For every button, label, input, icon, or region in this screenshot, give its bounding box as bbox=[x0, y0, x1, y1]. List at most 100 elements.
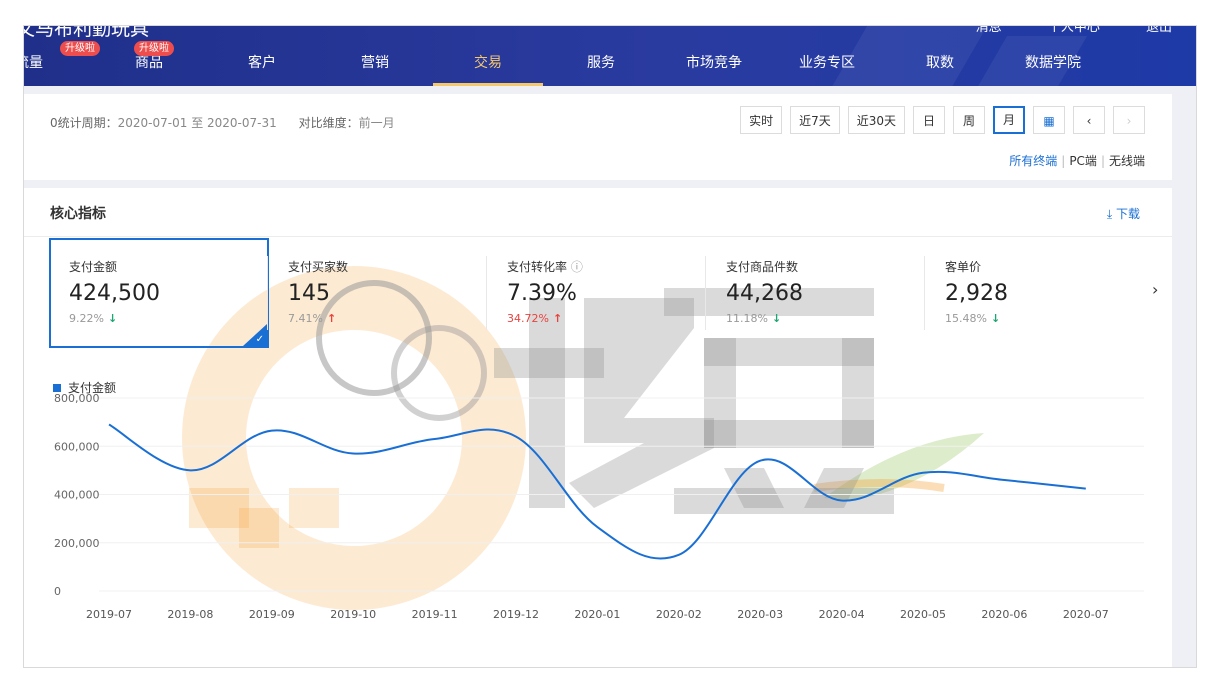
x-tick-label: 2019-09 bbox=[249, 608, 295, 621]
x-tick-label: 2019-07 bbox=[86, 608, 132, 621]
y-tick-label: 600,000 bbox=[54, 440, 100, 453]
profile-link[interactable]: 个人中心 bbox=[1048, 26, 1100, 35]
x-tick-label: 2020-03 bbox=[737, 608, 783, 621]
realtime-button[interactable]: 实时 bbox=[740, 106, 783, 134]
metric-card-2[interactable]: 支付转化率 ⓘ 7.39% 34.72% ↑ bbox=[487, 238, 707, 348]
metric-label: 客单价 bbox=[945, 258, 1145, 275]
metric-divider bbox=[267, 256, 268, 330]
data-point[interactable] bbox=[1000, 476, 1008, 484]
metric-value: 7.39% bbox=[507, 281, 577, 306]
data-point[interactable] bbox=[268, 427, 276, 435]
metric-delta: 9.22% ↓ bbox=[69, 312, 267, 325]
x-tick-label: 2020-07 bbox=[1063, 608, 1109, 621]
data-point[interactable] bbox=[675, 551, 683, 559]
x-tick-label: 2020-05 bbox=[900, 608, 946, 621]
check-icon: ✓ bbox=[255, 334, 264, 345]
metric-label: 支付买家数 bbox=[288, 258, 488, 275]
data-point[interactable] bbox=[1082, 485, 1090, 493]
nav-label: 市场竞争 bbox=[686, 55, 742, 71]
metric-label-text: 客单价 bbox=[945, 260, 982, 274]
terminal-mobile[interactable]: 无线端 bbox=[1109, 154, 1145, 168]
metric-delta: 34.72% ↑ bbox=[507, 312, 707, 325]
nav-label: 交易 bbox=[474, 55, 502, 71]
last-7-days-button[interactable]: 近7天 bbox=[790, 106, 840, 134]
stat-period: 0统计周期：2020-07-01 至 2020-07-31 对比维度：前一月 bbox=[50, 114, 395, 131]
data-point[interactable] bbox=[105, 421, 113, 429]
metric-label: 支付商品件数 bbox=[726, 258, 926, 275]
nav-item-6[interactable]: 市场竞争 bbox=[659, 52, 769, 86]
nav-item-0[interactable]: 流量升级啦 bbox=[24, 41, 100, 86]
chevron-right-icon[interactable]: › bbox=[1113, 106, 1145, 134]
data-point[interactable] bbox=[919, 469, 927, 477]
metric-delta-value: 9.22% bbox=[69, 312, 104, 325]
filter-bar: 0统计周期：2020-07-01 至 2020-07-31 对比维度：前一月 实… bbox=[24, 94, 1172, 180]
message-link[interactable]: 消息 bbox=[976, 26, 1002, 35]
metric-delta-value: 11.18% bbox=[726, 312, 768, 325]
nav-label: 商品 bbox=[135, 55, 163, 71]
terminal-all[interactable]: 所有终端 bbox=[1009, 154, 1057, 168]
data-point[interactable] bbox=[349, 449, 357, 457]
metric-card-3[interactable]: 支付商品件数 44,268 11.18% ↓ bbox=[706, 238, 926, 348]
x-tick-label: 2020-01 bbox=[574, 608, 620, 621]
arrow-up-icon: ↑ bbox=[552, 312, 563, 325]
help-icon[interactable]: ⓘ bbox=[567, 260, 583, 274]
period-value[interactable]: 2020-07-01 至 2020-07-31 bbox=[118, 116, 277, 130]
data-point[interactable] bbox=[838, 497, 846, 505]
week-button[interactable]: 周 bbox=[953, 106, 985, 134]
series-line-payment-amount bbox=[108, 423, 1086, 560]
metric-label: 支付金额 bbox=[69, 258, 267, 275]
data-point[interactable] bbox=[593, 523, 601, 531]
compare-value[interactable]: 前一月 bbox=[359, 116, 395, 130]
metric-delta: 15.48% ↓ bbox=[945, 312, 1145, 325]
metric-card-1[interactable]: 支付买家数 145 7.41% ↑ bbox=[268, 238, 488, 348]
chevron-left-icon[interactable]: ‹ bbox=[1073, 106, 1105, 134]
nav-label: 服务 bbox=[587, 55, 615, 71]
metric-delta-value: 7.41% bbox=[288, 312, 323, 325]
data-point[interactable] bbox=[186, 466, 194, 474]
nav-item-5[interactable]: 服务 bbox=[546, 52, 656, 86]
nav-item-8[interactable]: 取数 bbox=[885, 52, 995, 86]
metric-card-0[interactable]: 支付金额 424,500 9.22% ↓ ✓ bbox=[49, 238, 269, 348]
terminal-selector: 所有终端 | PC端 | 无线端 bbox=[1009, 154, 1145, 168]
payment-amount-chart: 800,000 600,000 400,000 200,000 0 2019-07 2019… bbox=[54, 393, 1144, 621]
metric-delta-value: 34.72% bbox=[507, 312, 549, 325]
nav-label: 流量 bbox=[24, 55, 43, 71]
nav-item-4[interactable]: 交易 bbox=[433, 52, 543, 86]
metric-value: 424,500 bbox=[69, 281, 160, 306]
nav-item-1[interactable]: 商品 升级啦 bbox=[94, 41, 204, 86]
download-button[interactable]: ⤓ 下载 bbox=[1107, 205, 1140, 222]
download-icon: ⤓ bbox=[1106, 207, 1113, 221]
x-tick-label: 2019-08 bbox=[167, 608, 213, 621]
nav-item-3[interactable]: 营销 bbox=[320, 52, 430, 86]
legend-swatch bbox=[53, 384, 61, 392]
top-links: 消息 个人中心 退出 bbox=[934, 26, 1172, 35]
nav-item-7[interactable]: 业务专区 bbox=[772, 52, 882, 86]
terminal-pc[interactable]: PC端 bbox=[1069, 154, 1097, 168]
arrow-down-icon: ↓ bbox=[107, 312, 118, 325]
y-tick-label: 800,000 bbox=[54, 393, 100, 405]
arrow-down-icon: ↓ bbox=[990, 312, 1001, 325]
nav-item-9[interactable]: 数据学院 bbox=[998, 52, 1108, 86]
last-30-days-button[interactable]: 近30天 bbox=[847, 106, 905, 134]
day-button[interactable]: 日 bbox=[913, 106, 945, 134]
y-tick-label: 200,000 bbox=[54, 537, 100, 550]
data-point[interactable] bbox=[431, 435, 439, 443]
calendar-icon[interactable]: ▦ bbox=[1033, 106, 1065, 134]
logout-link[interactable]: 退出 bbox=[1146, 26, 1172, 35]
chevron-right-icon[interactable]: › bbox=[1152, 280, 1158, 299]
download-label: 下载 bbox=[1115, 207, 1140, 221]
month-button[interactable]: 月 bbox=[993, 106, 1025, 134]
y-tick-label: 400,000 bbox=[54, 489, 100, 502]
nav-label: 客户 bbox=[248, 55, 276, 71]
core-metrics-title: 核心指标 bbox=[50, 206, 106, 222]
metric-delta: 7.41% ↑ bbox=[288, 312, 488, 325]
period-label: 0统计周期： bbox=[50, 116, 118, 130]
data-point[interactable] bbox=[512, 433, 520, 441]
shop-name: 文马布利勤玩具 bbox=[24, 26, 150, 40]
metric-card-4[interactable]: 客单价 2,928 15.48% ↓ bbox=[925, 238, 1145, 348]
divider bbox=[24, 236, 1172, 237]
data-point[interactable] bbox=[756, 457, 764, 465]
arrow-up-icon: ↑ bbox=[326, 312, 337, 325]
x-tick-label: 2019-10 bbox=[330, 608, 376, 621]
nav-item-2[interactable]: 客户 bbox=[207, 52, 317, 86]
